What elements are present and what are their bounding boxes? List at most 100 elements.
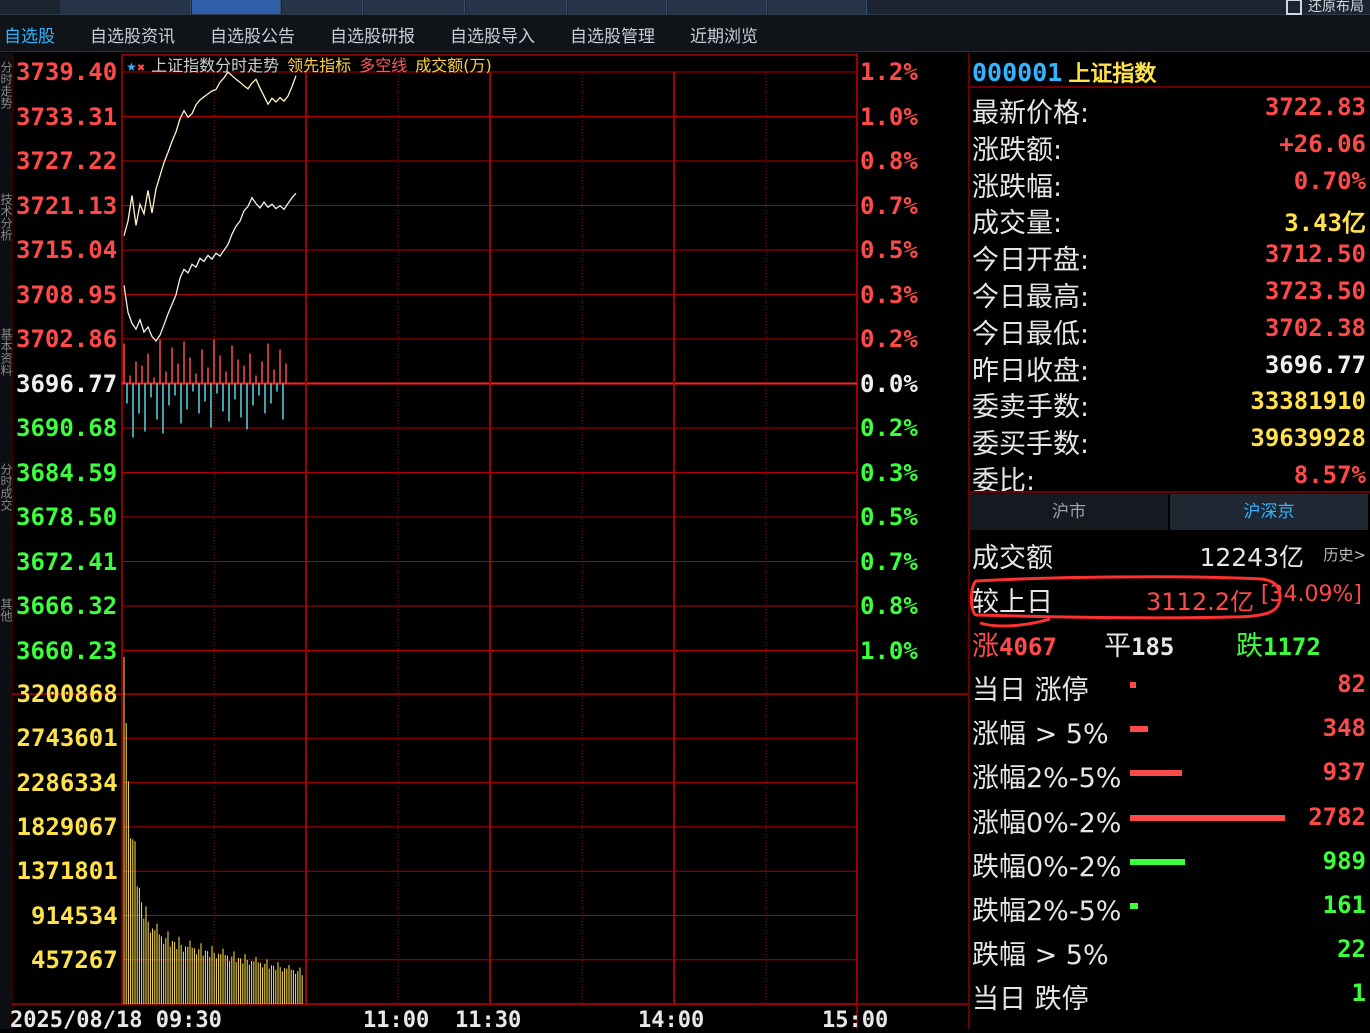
time-label-1400: 14:00 bbox=[638, 1008, 705, 1033]
turnover-label: 成交额 bbox=[972, 543, 1053, 574]
price-tick-label: 3690.68 bbox=[16, 414, 118, 442]
volume-tick-label: 914534 bbox=[31, 901, 118, 930]
quote-label: 委卖手数: bbox=[972, 392, 1090, 424]
top-tab-strip: 还原布局 bbox=[0, 0, 1370, 15]
distribution-label: 跌幅2%-5% bbox=[972, 896, 1122, 927]
top-tab-active[interactable] bbox=[192, 0, 281, 14]
quote-value: 3712.50 bbox=[1264, 240, 1366, 269]
distribution-row: 当日 涨停 82 bbox=[972, 666, 1366, 706]
percent-tick-label: 0.3% bbox=[860, 458, 918, 487]
quote-value: 3723.50 bbox=[1264, 277, 1366, 305]
turnover-row: 成交额 12243亿 历史> bbox=[972, 534, 1366, 574]
price-tick-label: 3666.32 bbox=[16, 592, 118, 620]
quote-label: 今日最高: bbox=[972, 282, 1090, 313]
quote-row: 涨跌幅: 0.70% bbox=[972, 163, 1366, 203]
legend-indicator-bullbear[interactable]: 多空线 bbox=[359, 56, 407, 75]
legend-indicator-volume[interactable]: 成交额(万) bbox=[415, 56, 492, 75]
nav-item-watchlist-reports[interactable]: 自选股研报 bbox=[330, 22, 415, 47]
quote-row: 委买手数: 39639928 bbox=[972, 420, 1366, 460]
distribution-label: 涨幅2%-5% bbox=[972, 763, 1122, 795]
legend-indicator-lead[interactable]: 领先指标 bbox=[287, 56, 351, 75]
vs-prev-label: 较上日 bbox=[972, 587, 1053, 618]
distribution-row: 涨幅2%-5% 937 bbox=[972, 754, 1366, 794]
distribution-row: 涨幅 > 5% 348 bbox=[972, 710, 1366, 750]
distribution-value: 348 bbox=[1322, 714, 1366, 743]
quote-panel: 000001 上证指数 最新价格: 3722.83 涨跌额: +26.06 涨跌幅: 0.7… bbox=[968, 53, 1370, 1029]
price-tick-label: 3715.04 bbox=[16, 236, 118, 264]
top-tab[interactable] bbox=[568, 0, 667, 14]
quote-value: 33381910 bbox=[1250, 387, 1366, 416]
price-tick-label: 3696.77 bbox=[16, 369, 118, 398]
time-label-1500: 15:00 bbox=[822, 1008, 889, 1033]
quote-row: 委卖手数: 33381910 bbox=[972, 383, 1366, 423]
distribution-row: 当日 跌停 1 bbox=[972, 975, 1366, 1015]
advancers: 涨4067 bbox=[972, 631, 1057, 662]
quote-value: 0.70% bbox=[1293, 166, 1366, 195]
distribution-row: 涨幅0%-2% 2782 bbox=[972, 799, 1366, 839]
restore-layout-button[interactable]: 还原布局 bbox=[1286, 0, 1364, 16]
intraday-chart[interactable] bbox=[0, 53, 968, 1029]
tab-sh-sz-bj[interactable]: 沪深京 bbox=[1170, 494, 1368, 530]
lead-indicator-line bbox=[123, 71, 297, 236]
security-name: 上证指数 bbox=[1068, 62, 1157, 87]
nav-item-watchlist-import[interactable]: 自选股导入 bbox=[450, 22, 535, 47]
price-line bbox=[123, 192, 297, 342]
quote-row: 最新价格: 3722.83 bbox=[972, 89, 1366, 129]
price-tick-label: 3733.31 bbox=[16, 102, 118, 131]
distribution-row: 跌幅2%-5% 161 bbox=[972, 887, 1366, 927]
distribution-label: 跌幅 > 5% bbox=[972, 940, 1109, 972]
distribution-label: 涨幅0%-2% bbox=[972, 807, 1122, 839]
close-icon[interactable]: ✖ bbox=[137, 63, 145, 74]
price-tick-label: 3708.95 bbox=[16, 280, 118, 309]
quote-value: 3702.38 bbox=[1264, 313, 1366, 342]
nav-item-watchlist-manage[interactable]: 自选股管理 bbox=[570, 22, 655, 47]
top-tab[interactable] bbox=[282, 0, 363, 14]
top-tab[interactable] bbox=[364, 0, 465, 14]
restore-layout-icon bbox=[1286, 0, 1302, 15]
volume-tick-label: 457267 bbox=[31, 945, 118, 974]
percent-tick-label: 0.8% bbox=[860, 592, 918, 620]
nav-item-watchlist-announcements[interactable]: 自选股公告 bbox=[210, 22, 295, 47]
time-label-1100: 11:00 bbox=[363, 1008, 430, 1033]
vs-prev-pct: [34.09%] bbox=[1260, 582, 1362, 607]
percent-tick-label: 0.8% bbox=[860, 147, 918, 175]
nav-item-recent[interactable]: 近期浏览 bbox=[690, 22, 758, 47]
star-icon[interactable]: ★ bbox=[126, 60, 137, 74]
price-tick-label: 3702.86 bbox=[16, 325, 118, 353]
distribution-label: 涨幅 > 5% bbox=[972, 719, 1109, 751]
price-tick-label: 3739.40 bbox=[16, 58, 118, 86]
nav-item-watchlist-news[interactable]: 自选股资讯 bbox=[90, 22, 175, 47]
volume-tick-label: 2286334 bbox=[16, 768, 118, 797]
distribution-label: 跌幅0%-2% bbox=[972, 851, 1122, 883]
top-tab[interactable] bbox=[768, 0, 867, 14]
top-tab[interactable] bbox=[668, 0, 767, 14]
distribution-row: 跌幅0%-2% 989 bbox=[972, 843, 1366, 883]
percent-tick-label: 0.7% bbox=[860, 191, 918, 220]
quote-label: 今日最低: bbox=[972, 318, 1090, 350]
nav-item-watchlist[interactable]: 自选股 bbox=[4, 22, 55, 47]
history-link[interactable]: 历史> bbox=[1323, 544, 1366, 565]
quote-label: 最新价格: bbox=[972, 98, 1090, 129]
quote-row: 今日最高: 3723.50 bbox=[972, 273, 1366, 313]
vs-prev-row: 较上日 3112.2亿 [34.09%] bbox=[972, 578, 1366, 618]
percent-tick-label: 0.7% bbox=[860, 547, 918, 576]
percent-tick-label: 0.2% bbox=[860, 414, 918, 442]
percent-tick-label: 0.3% bbox=[860, 280, 918, 309]
quote-value: 3.43亿 bbox=[1284, 209, 1366, 238]
watchlist-nav: 自选股 自选股资讯 自选股公告 自选股研报 自选股导入 自选股管理 近期浏览 bbox=[0, 15, 1370, 52]
tab-sh-market[interactable]: 沪市 bbox=[970, 494, 1168, 530]
percent-tick-label: 1.0% bbox=[860, 636, 918, 665]
quote-label: 委买手数: bbox=[972, 429, 1090, 461]
price-tick-label: 3721.13 bbox=[16, 191, 118, 220]
quote-row: 委比: 8.57% bbox=[972, 457, 1366, 497]
distribution-value: 2782 bbox=[1308, 802, 1366, 831]
unchanged: 平185 bbox=[1104, 631, 1175, 662]
price-tick-label: 3660.23 bbox=[16, 636, 118, 665]
quote-label: 昨日收盘: bbox=[972, 355, 1090, 387]
quote-value: 3722.83 bbox=[1264, 93, 1366, 121]
distribution-bar bbox=[1130, 682, 1136, 688]
top-tab[interactable] bbox=[466, 0, 567, 14]
top-tab[interactable] bbox=[60, 0, 191, 14]
distribution-value: 82 bbox=[1337, 670, 1366, 698]
vs-prev-value: 3112.2亿 bbox=[1146, 588, 1254, 616]
